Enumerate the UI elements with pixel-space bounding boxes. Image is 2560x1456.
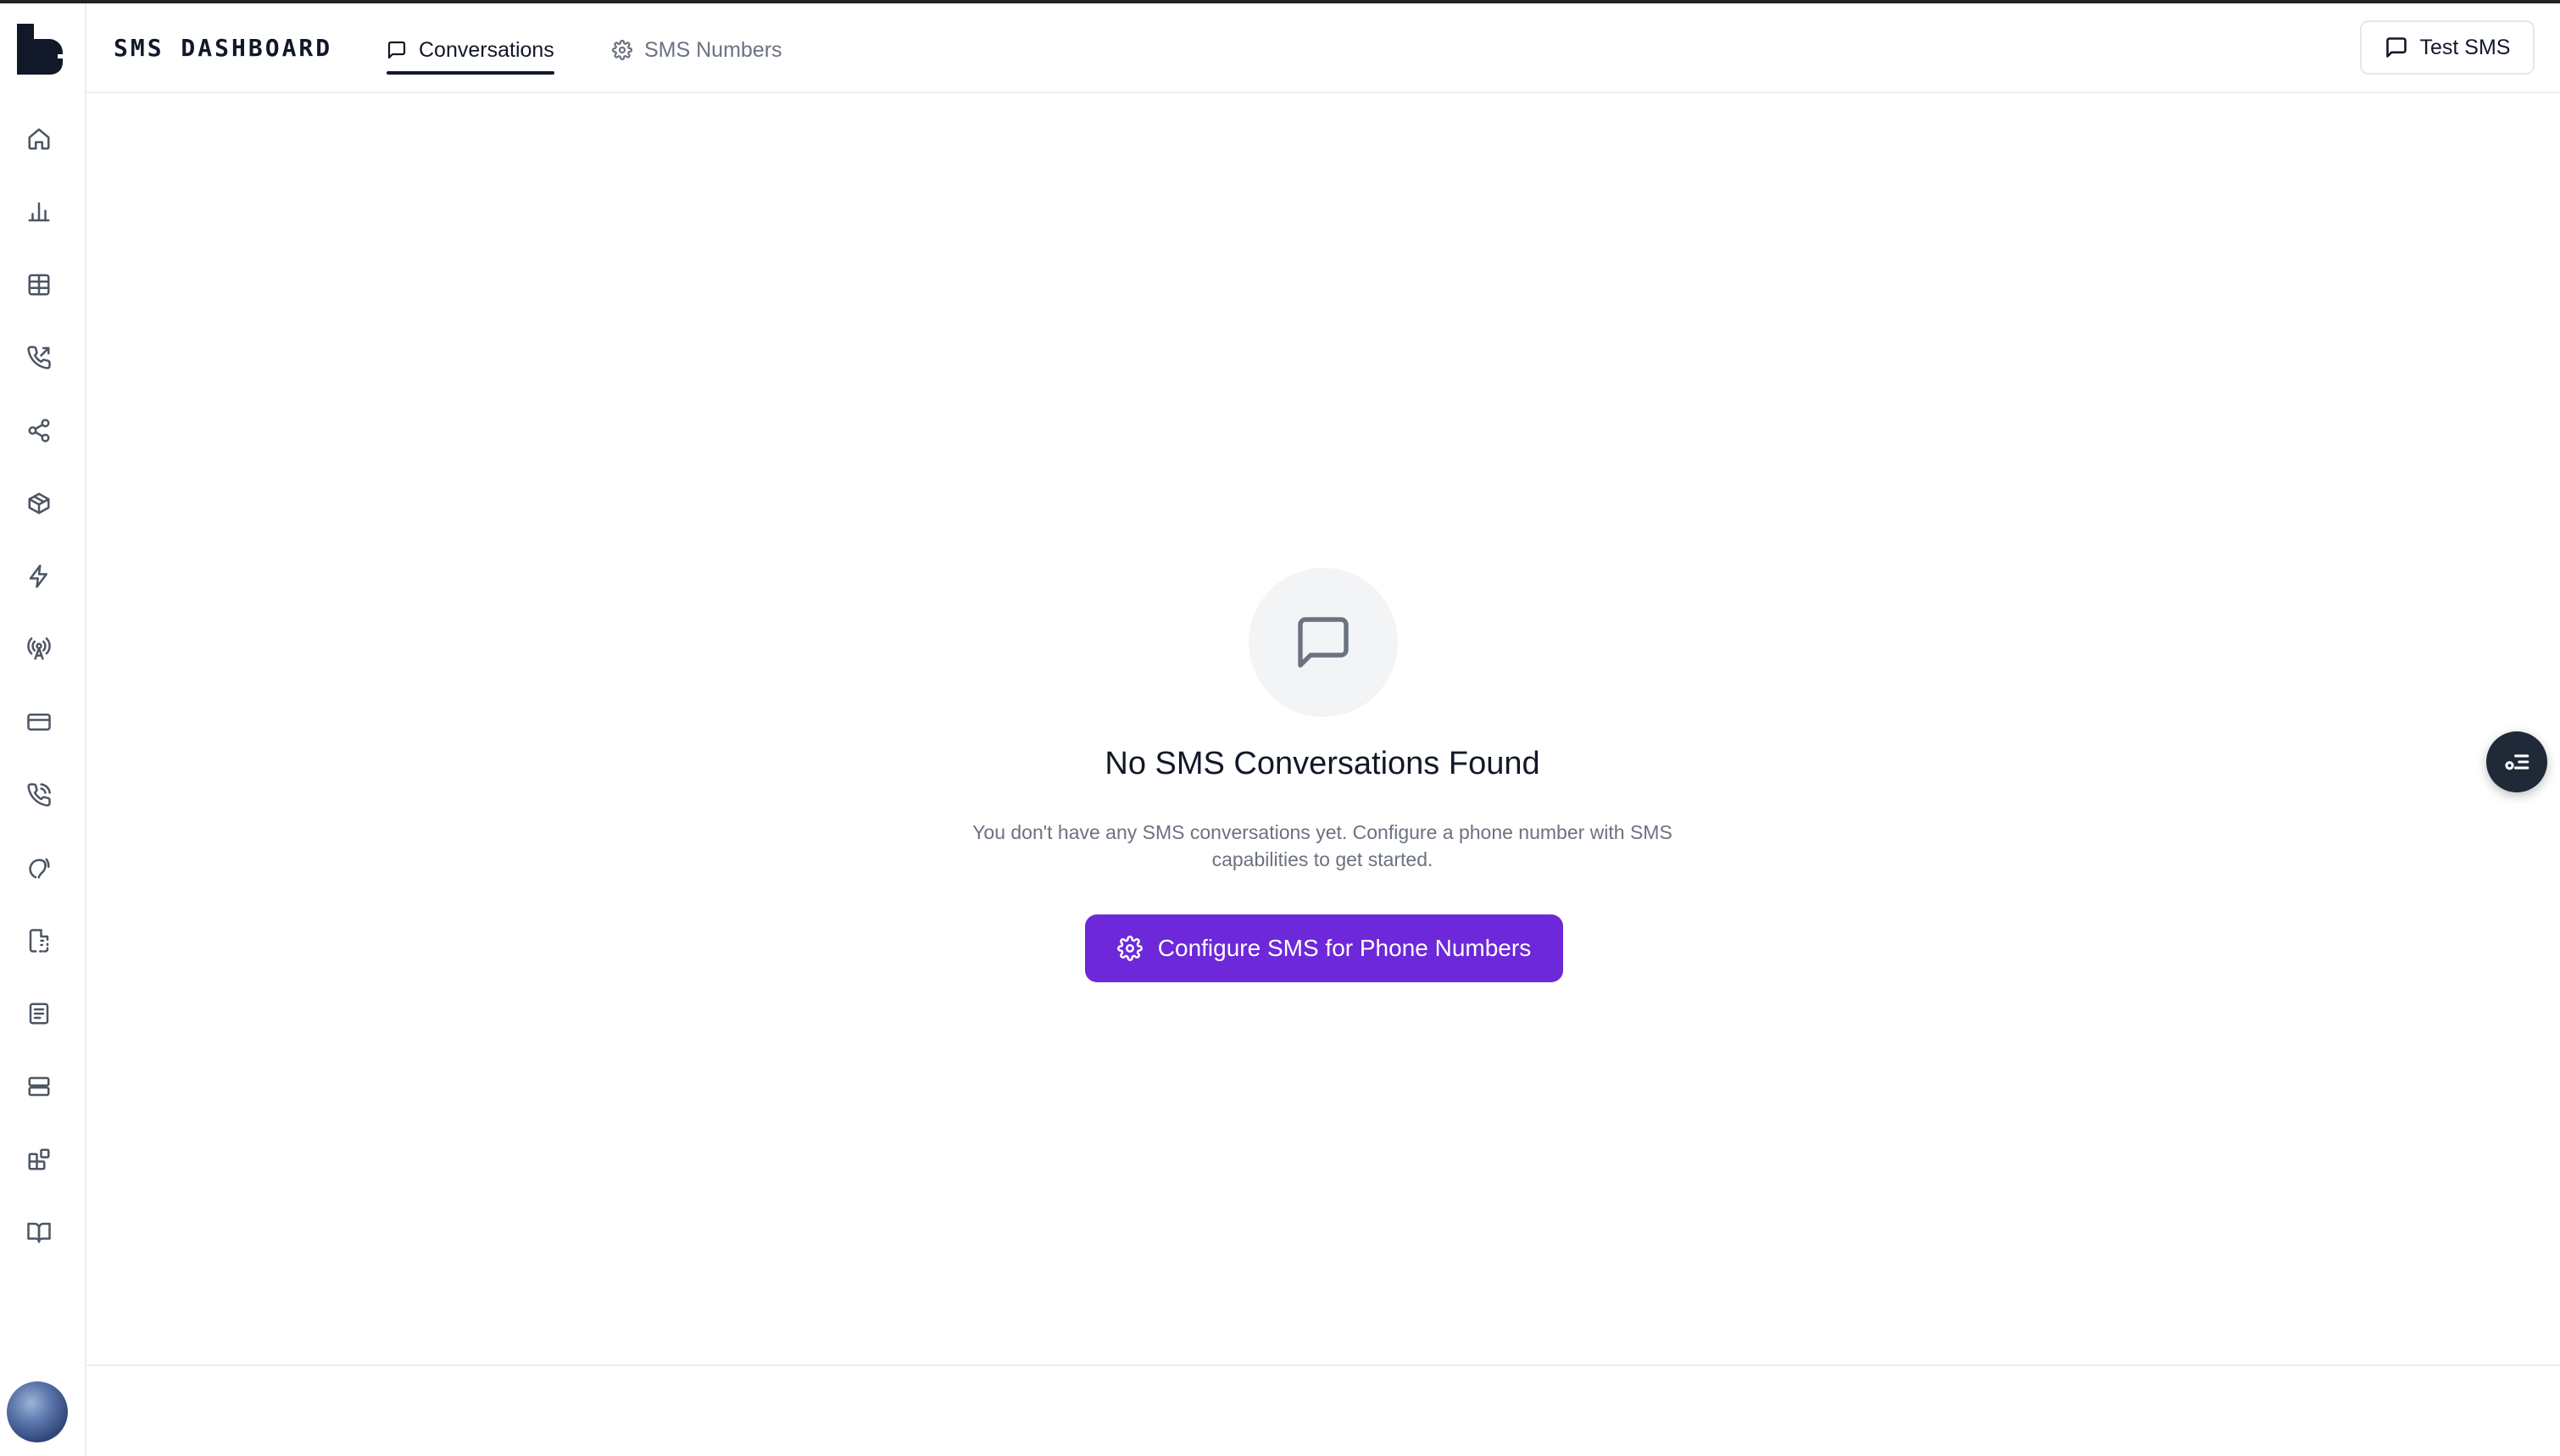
zap-icon (29, 564, 47, 588)
test-sms-button-label: Test SMS (2419, 35, 2511, 59)
avatar[interactable] (7, 1381, 68, 1442)
empty-state-title: No SMS Conversations Found (1105, 746, 1540, 781)
page-title: SMS DASHBOARD (114, 34, 333, 62)
configure-sms-button[interactable]: Configure SMS for Phone Numbers (1085, 914, 1563, 982)
home-icon (28, 128, 50, 150)
sidebar (0, 3, 86, 1456)
tab-conversations[interactable]: Conversations (387, 25, 554, 75)
bar-chart-icon (28, 202, 50, 222)
message-square-icon (387, 41, 406, 59)
sidebar-item-automations[interactable] (22, 559, 56, 593)
sidebar-item-table[interactable] (22, 268, 56, 302)
tab-sms-numbers[interactable]: SMS Numbers (612, 25, 782, 75)
sidebar-item-billing[interactable] (22, 705, 56, 739)
radio-tower-icon (27, 637, 51, 660)
share-icon (28, 419, 50, 442)
sidebar-item-docs[interactable] (22, 1215, 56, 1249)
book-open-icon (27, 1222, 51, 1243)
sidebar-item-documents[interactable] (22, 924, 56, 958)
server-icon (28, 1076, 50, 1097)
speech-icon (29, 858, 50, 879)
footer-divider (86, 1364, 2560, 1366)
gear-icon (1116, 936, 1143, 961)
tab-sms-numbers-label: SMS Numbers (644, 37, 782, 62)
sidebar-item-analytics[interactable] (22, 195, 56, 229)
message-square-icon (1298, 617, 1349, 668)
sidebar-item-calls[interactable] (22, 778, 56, 812)
top-bar: SMS DASHBOARD Conversations SMS Numbers … (86, 3, 2560, 93)
sidebar-item-broadcast[interactable] (22, 632, 56, 666)
table-icon (28, 274, 50, 296)
sidebar-item-packages[interactable] (22, 486, 56, 520)
file-dashed-icon (29, 929, 49, 953)
sidebar-item-outbound-calls[interactable] (22, 341, 56, 375)
configure-sms-button-label: Configure SMS for Phone Numbers (1157, 935, 1532, 961)
sidebar-item-servers[interactable] (22, 1070, 56, 1103)
test-sms-button[interactable]: Test SMS (2360, 20, 2535, 75)
sidebar-item-notes[interactable] (22, 997, 56, 1031)
package-icon (28, 492, 50, 514)
sidebar-item-workflows[interactable] (22, 414, 56, 447)
empty-state-description: You don't have any SMS conversations yet… (972, 821, 1672, 870)
sidebar-item-integrations[interactable] (22, 1142, 56, 1176)
gear-icon (612, 40, 632, 60)
list-toggle-icon (2505, 754, 2529, 770)
phone-outgoing-icon (27, 346, 51, 370)
sticky-note-icon (29, 1003, 49, 1025)
tab-conversations-label: Conversations (419, 37, 554, 62)
empty-state-icon-circle (1249, 568, 1398, 717)
message-square-icon (2385, 37, 2407, 58)
logo[interactable] (15, 22, 64, 76)
sidebar-item-home[interactable] (22, 122, 56, 156)
phone-call-icon (27, 783, 51, 807)
floating-action-button[interactable] (2486, 731, 2547, 792)
sidebar-item-voice[interactable] (22, 851, 56, 885)
credit-card-icon (27, 714, 51, 731)
blocks-icon (28, 1148, 50, 1170)
